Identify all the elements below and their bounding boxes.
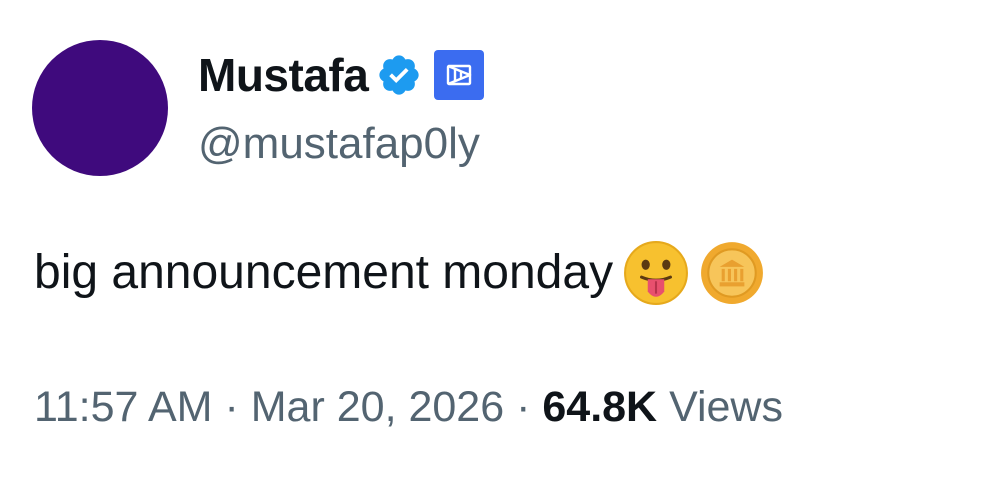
affiliate-logo-icon[interactable] [434,50,485,100]
user-name-row: Mustafa [198,46,485,104]
views-label[interactable]: Views [669,383,783,431]
meta-separator: · [224,383,239,431]
views-count[interactable]: 64.8K [542,383,657,431]
tongue-out-face-icon [623,240,689,306]
tweet-text: big announcement monday [34,240,765,306]
coin-icon [699,240,765,306]
user-handle[interactable]: @mustafap0ly [198,116,480,172]
avatar[interactable] [32,40,168,176]
verified-badge-icon[interactable] [376,52,422,98]
display-name[interactable]: Mustafa [198,46,369,104]
meta-separator: · [516,383,531,431]
tweet: Mustafa @mustafap0ly big announcement mo… [0,0,1000,490]
tweet-text-content: big announcement monday [34,246,614,299]
tweet-time[interactable]: 11:57 AM [34,383,213,431]
tweet-date[interactable]: Mar 20, 2026 [251,383,504,431]
tweet-meta: 11:57 AM · Mar 20, 2026 · 64.8K Views [34,378,783,436]
